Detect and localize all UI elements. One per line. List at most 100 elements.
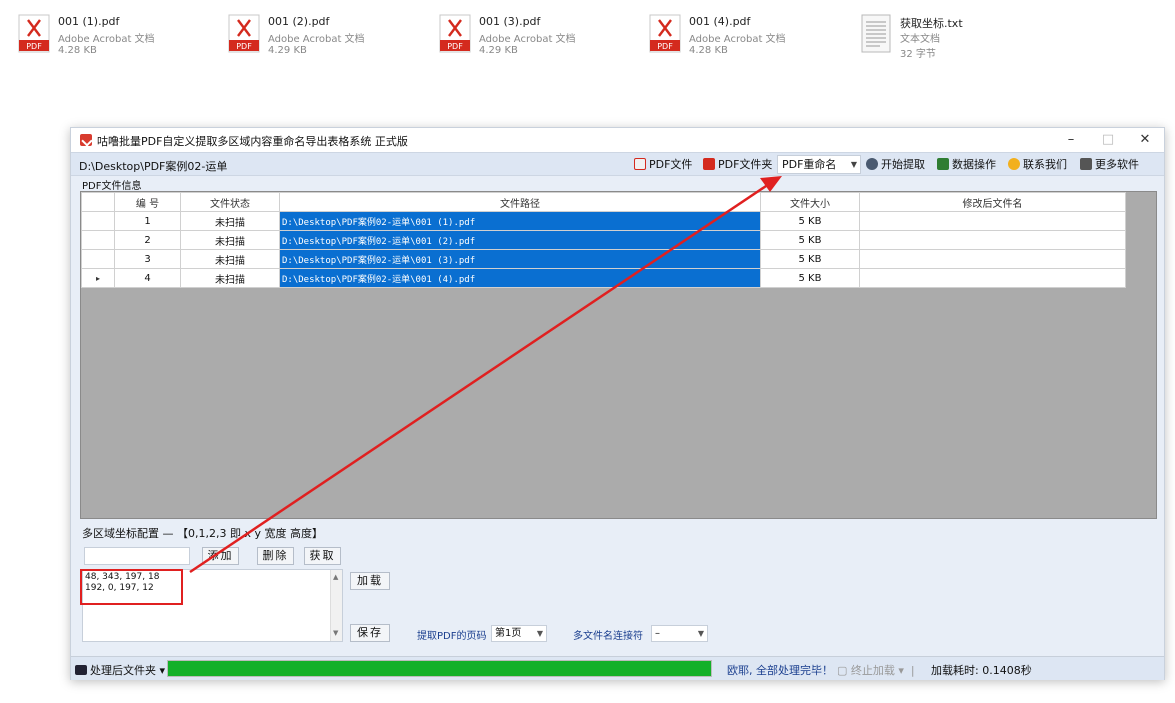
data-ops-button[interactable]: 数据操作 — [937, 156, 996, 173]
close-button[interactable]: ✕ — [1128, 130, 1162, 150]
svg-text:PDF: PDF — [657, 42, 673, 51]
cell-new-name[interactable] — [859, 249, 1126, 269]
pdf-folder-icon — [703, 158, 715, 170]
cell-no[interactable]: 2 — [114, 230, 181, 250]
table-header: 编 号 文件状态 文件路径 文件大小 修改后文件名 — [81, 192, 1126, 212]
title-bar[interactable]: 咕噜批量PDF自定义提取多区域内容重命名导出表格系统 正式版 – □ ✕ — [71, 128, 1164, 152]
cell-status[interactable]: 未扫描 — [180, 249, 280, 269]
page-number-select[interactable]: 第1页 ▼ — [491, 625, 547, 642]
row-marker[interactable] — [81, 211, 115, 231]
row-marker[interactable] — [81, 249, 115, 269]
save-button[interactable]: 保存 — [350, 624, 390, 642]
column-header-path[interactable]: 文件路径 — [279, 192, 761, 212]
more-software-label: 更多软件 — [1095, 158, 1139, 171]
minimize-button[interactable]: – — [1054, 130, 1088, 150]
joiner-select[interactable]: – ▼ — [651, 625, 708, 642]
stop-loading-button[interactable]: ▢ 终止加载 ▾ | — [837, 662, 915, 678]
desktop-file-3[interactable]: PDF 001 (3).pdf Adobe Acrobat 文档 4.29 KB — [439, 14, 639, 64]
contact-button[interactable]: 联系我们 — [1008, 156, 1067, 173]
pdf-icon: PDF — [649, 14, 681, 53]
output-folder-button[interactable]: 处理后文件夹 ▾ — [75, 662, 165, 678]
joiner-value: – — [655, 628, 660, 639]
progress-fill — [168, 661, 711, 676]
pdf-folder-label: PDF文件夹 — [718, 158, 773, 171]
more-software-button[interactable]: 更多软件 — [1080, 156, 1139, 173]
cell-no[interactable]: 4 — [114, 268, 181, 288]
chevron-down-icon: ▼ — [536, 629, 543, 638]
cell-status[interactable]: 未扫描 — [180, 230, 280, 250]
page-number-label: 提取PDF的页码 — [417, 631, 487, 642]
add-button[interactable]: 添加 — [202, 547, 239, 565]
cell-new-name[interactable] — [859, 268, 1126, 288]
pdf-file-label: PDF文件 — [649, 158, 693, 171]
column-header-size[interactable]: 文件大小 — [760, 192, 860, 212]
row-marker[interactable] — [81, 230, 115, 250]
table-row[interactable]: 1 未扫描 D:\Desktop\PDF案例02-运单\001 (1).pdf … — [81, 211, 1126, 231]
file-name: 001 (2).pdf — [268, 15, 330, 28]
delete-button[interactable]: 删除 — [257, 547, 294, 565]
column-header-no[interactable]: 编 号 — [114, 192, 181, 212]
row-header-column — [81, 192, 115, 212]
file-name: 001 (1).pdf — [58, 15, 120, 28]
rename-mode-value: PDF重命名 — [782, 158, 837, 171]
start-extract-button[interactable]: 开始提取 — [866, 156, 925, 173]
row-marker[interactable]: ▸ — [81, 268, 115, 288]
status-bar: 处理后文件夹 ▾ 欧耶, 全部处理完毕！ ▢ 终止加载 ▾ | 加载耗时: 0.… — [71, 656, 1164, 680]
table-row[interactable]: ▸ 4 未扫描 D:\Desktop\PDF案例02-运单\001 (4).pd… — [81, 268, 1126, 288]
data-ops-label: 数据操作 — [952, 158, 996, 171]
cell-no[interactable]: 1 — [114, 211, 181, 231]
pdf-file-button[interactable]: PDF文件 — [634, 156, 692, 173]
cell-no[interactable]: 3 — [114, 249, 181, 269]
cell-path[interactable]: D:\Desktop\PDF案例02-运单\001 (1).pdf — [279, 211, 761, 231]
window-title: 咕噜批量PDF自定义提取多区域内容重命名导出表格系统 正式版 — [97, 135, 408, 148]
page-number-value: 第1页 — [495, 628, 522, 639]
column-header-status[interactable]: 文件状态 — [180, 192, 280, 212]
file-size: 32 字节 — [900, 49, 936, 60]
qr-code-icon — [1080, 158, 1092, 170]
coord-config-label: 多区域坐标配置 — 【0,1,2,3 即 x y 宽度 高度】 — [82, 527, 323, 540]
cell-new-name[interactable] — [859, 211, 1126, 231]
load-button[interactable]: 加载 — [350, 572, 390, 590]
desktop-file-1[interactable]: PDF 001 (1).pdf Adobe Acrobat 文档 4.28 KB — [18, 14, 218, 64]
fetch-button[interactable]: 获取 — [304, 547, 341, 565]
cell-status[interactable]: 未扫描 — [180, 211, 280, 231]
desktop-file-2[interactable]: PDF 001 (2).pdf Adobe Acrobat 文档 4.29 KB — [228, 14, 428, 64]
start-extract-label: 开始提取 — [881, 158, 925, 171]
stop-loading-label: 终止加载 — [850, 664, 895, 677]
joiner-label: 多文件名连接符 — [573, 631, 643, 642]
svg-text:PDF: PDF — [447, 42, 463, 51]
cell-status[interactable]: 未扫描 — [180, 268, 280, 288]
file-type: Adobe Acrobat 文档 — [689, 34, 786, 45]
cell-new-name[interactable] — [859, 230, 1126, 250]
column-header-new-name[interactable]: 修改后文件名 — [859, 192, 1126, 212]
desktop-file-5[interactable]: 获取坐标.txt 文本文档 32 字节 — [860, 14, 1060, 64]
contact-label: 联系我们 — [1023, 158, 1067, 171]
file-type: Adobe Acrobat 文档 — [479, 34, 576, 45]
cell-size[interactable]: 5 KB — [760, 268, 860, 288]
pdf-folder-button[interactable]: PDF文件夹 — [703, 156, 772, 173]
camera-icon — [75, 665, 87, 675]
cell-size[interactable]: 5 KB — [760, 211, 860, 231]
file-size: 4.28 KB — [58, 45, 97, 56]
scroll-down-icon[interactable]: ▼ — [333, 628, 338, 639]
cell-path[interactable]: D:\Desktop\PDF案例02-运单\001 (4).pdf — [279, 268, 761, 288]
scroll-up-icon[interactable]: ▲ — [333, 572, 338, 583]
table-row[interactable]: 3 未扫描 D:\Desktop\PDF案例02-运单\001 (3).pdf … — [81, 249, 1126, 269]
desktop-file-4[interactable]: PDF 001 (4).pdf Adobe Acrobat 文档 4.28 KB — [649, 14, 849, 64]
cell-path[interactable]: D:\Desktop\PDF案例02-运单\001 (2).pdf — [279, 230, 761, 250]
cell-size[interactable]: 5 KB — [760, 249, 860, 269]
vertical-scrollbar[interactable]: ▲ ▼ — [330, 570, 342, 641]
cell-path[interactable]: D:\Desktop\PDF案例02-运单\001 (3).pdf — [279, 249, 761, 269]
file-size: 4.29 KB — [479, 45, 518, 56]
annotation-highlight-box — [80, 569, 183, 605]
file-info-group-label: PDF文件信息 — [82, 181, 142, 192]
rename-mode-select[interactable]: PDF重命名 ▼ — [777, 155, 861, 174]
table-row[interactable]: 2 未扫描 D:\Desktop\PDF案例02-运单\001 (2).pdf … — [81, 230, 1126, 250]
maximize-button[interactable]: □ — [1091, 130, 1125, 150]
app-logo-icon — [80, 134, 92, 146]
file-type: 文本文档 — [900, 34, 940, 45]
cell-size[interactable]: 5 KB — [760, 230, 860, 250]
coord-input[interactable] — [84, 547, 190, 565]
file-grid[interactable]: 编 号 文件状态 文件路径 文件大小 修改后文件名 1 未扫描 D:\Deskt… — [80, 191, 1157, 519]
chevron-down-icon: ▼ — [697, 629, 704, 638]
